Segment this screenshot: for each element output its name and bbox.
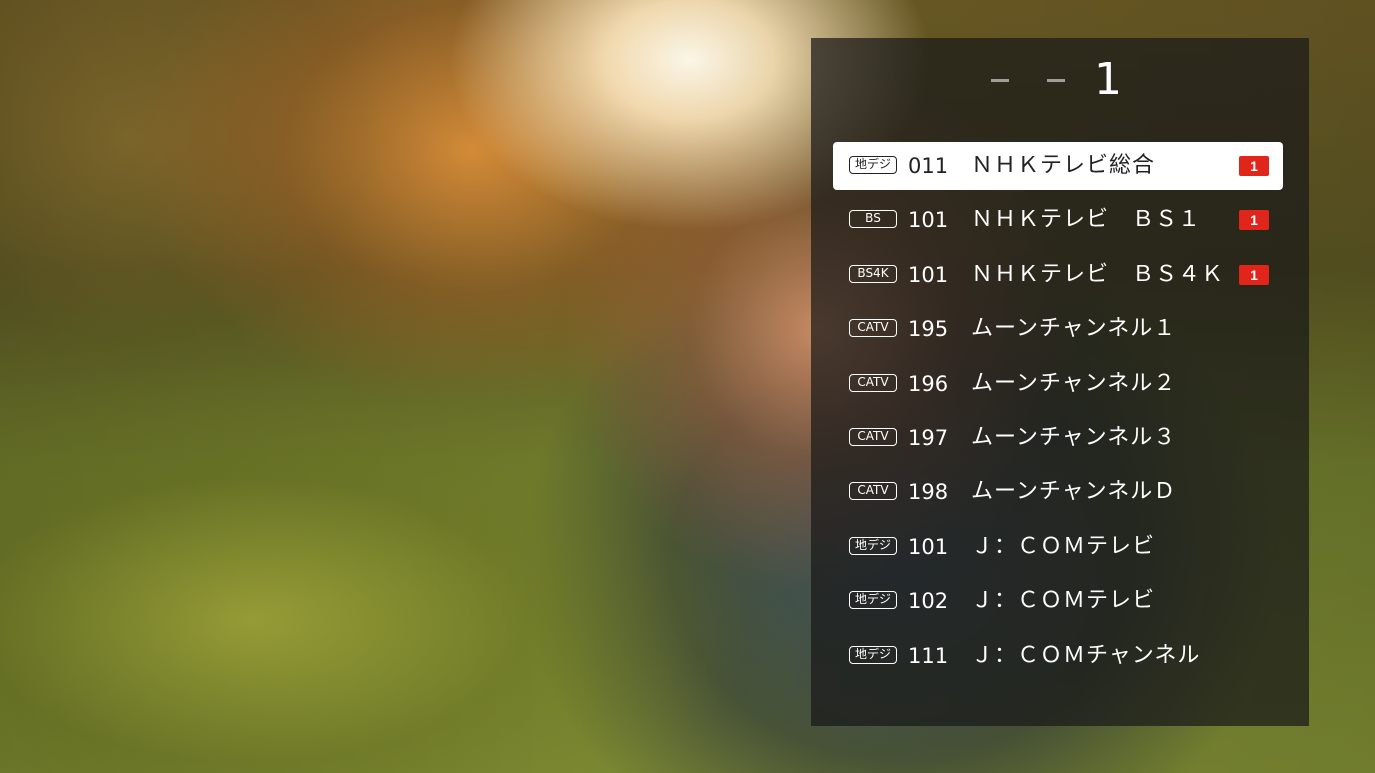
remote-button-tag: 1 (1239, 210, 1269, 231)
channel-row[interactable]: 地デジ 111 Ｊ：ＣＯＭチャンネル (833, 632, 1283, 680)
channel-row[interactable]: 地デジ 102 Ｊ：ＣＯＭテレビ (833, 577, 1283, 625)
channel-row[interactable]: CATV 197 ムーンチャンネル３ (833, 414, 1283, 462)
channel-row[interactable]: BS4K 101 ＮＨＫテレビ ＢＳ４Ｋ 1 (833, 251, 1283, 299)
channel-number: 101 (908, 534, 949, 559)
channel-number: 101 (908, 262, 949, 287)
channel-name: ＮＨＫテレビ ＢＳ４Ｋ (971, 261, 1225, 287)
channel-number-input: 1 (811, 38, 1309, 128)
channel-name: Ｊ：ＣＯＭチャンネル (971, 642, 1201, 668)
channel-row[interactable]: CATV 195 ムーンチャンネル１ (833, 305, 1283, 353)
broadcast-type-badge: CATV (849, 373, 897, 392)
broadcast-type-badge: BS4K (849, 264, 897, 283)
channel-name: ＮＨＫテレビ ＢＳ１ (971, 207, 1202, 233)
channel-number: 101 (908, 208, 949, 233)
channel-select-panel: 1 地デジ 011 ＮＨＫテレビ総合 1 BS 101 ＮＨＫテレビ ＢＳ１ 1 BS4K 101… (811, 38, 1309, 726)
remote-button-tag: 1 (1239, 264, 1269, 285)
broadcast-type-badge: CATV (849, 427, 897, 446)
remote-button-tag: 1 (1239, 156, 1269, 176)
channel-name: Ｊ：ＣＯＭテレビ (971, 588, 1156, 614)
broadcast-type-badge: 地デジ (849, 591, 897, 610)
broadcast-type-badge: 地デジ (849, 536, 897, 555)
channel-number: 196 (908, 371, 949, 396)
broadcast-type-badge: BS (849, 210, 897, 229)
broadcast-type-badge: 地デジ (849, 645, 897, 664)
channel-row[interactable]: CATV 196 ムーンチャンネル２ (833, 360, 1283, 408)
channel-number: 198 (908, 480, 949, 505)
broadcast-type-badge: CATV (849, 319, 897, 338)
channel-number: 111 (908, 643, 949, 668)
channel-name: ムーンチャンネル２ (971, 370, 1177, 396)
channel-row[interactable]: CATV 198 ムーンチャンネルＤ (833, 468, 1283, 516)
channel-name: ムーンチャンネル３ (971, 424, 1177, 450)
empty-digit-placeholder (1047, 79, 1065, 82)
broadcast-type-badge: 地デジ (849, 156, 897, 174)
channel-number: 011 (908, 154, 949, 178)
channel-row[interactable]: 地デジ 011 ＮＨＫテレビ総合 1 (833, 142, 1283, 190)
channel-number: 197 (908, 425, 949, 450)
channel-name: Ｊ：ＣＯＭテレビ (971, 533, 1156, 559)
channel-name: ＮＨＫテレビ総合 (971, 153, 1156, 178)
channel-name: ムーンチャンネルＤ (971, 479, 1177, 505)
channel-row[interactable]: 地デジ 101 Ｊ：ＣＯＭテレビ (833, 523, 1283, 571)
channel-row[interactable]: BS 101 ＮＨＫテレビ ＢＳ１ 1 (833, 196, 1283, 244)
channel-number: 102 (908, 589, 949, 614)
channel-list: 地デジ 011 ＮＨＫテレビ総合 1 BS 101 ＮＨＫテレビ ＢＳ１ 1 BS4K 101 ＮＨ… (833, 142, 1283, 686)
empty-digit-placeholder (991, 79, 1009, 82)
channel-number: 195 (908, 317, 949, 342)
channel-name: ムーンチャンネル１ (971, 316, 1177, 342)
broadcast-type-badge: CATV (849, 482, 897, 501)
entered-digit: 1 (1094, 54, 1122, 105)
tv-screen: 1 地デジ 011 ＮＨＫテレビ総合 1 BS 101 ＮＨＫテレビ ＢＳ１ 1 BS4K 101… (0, 0, 1375, 773)
